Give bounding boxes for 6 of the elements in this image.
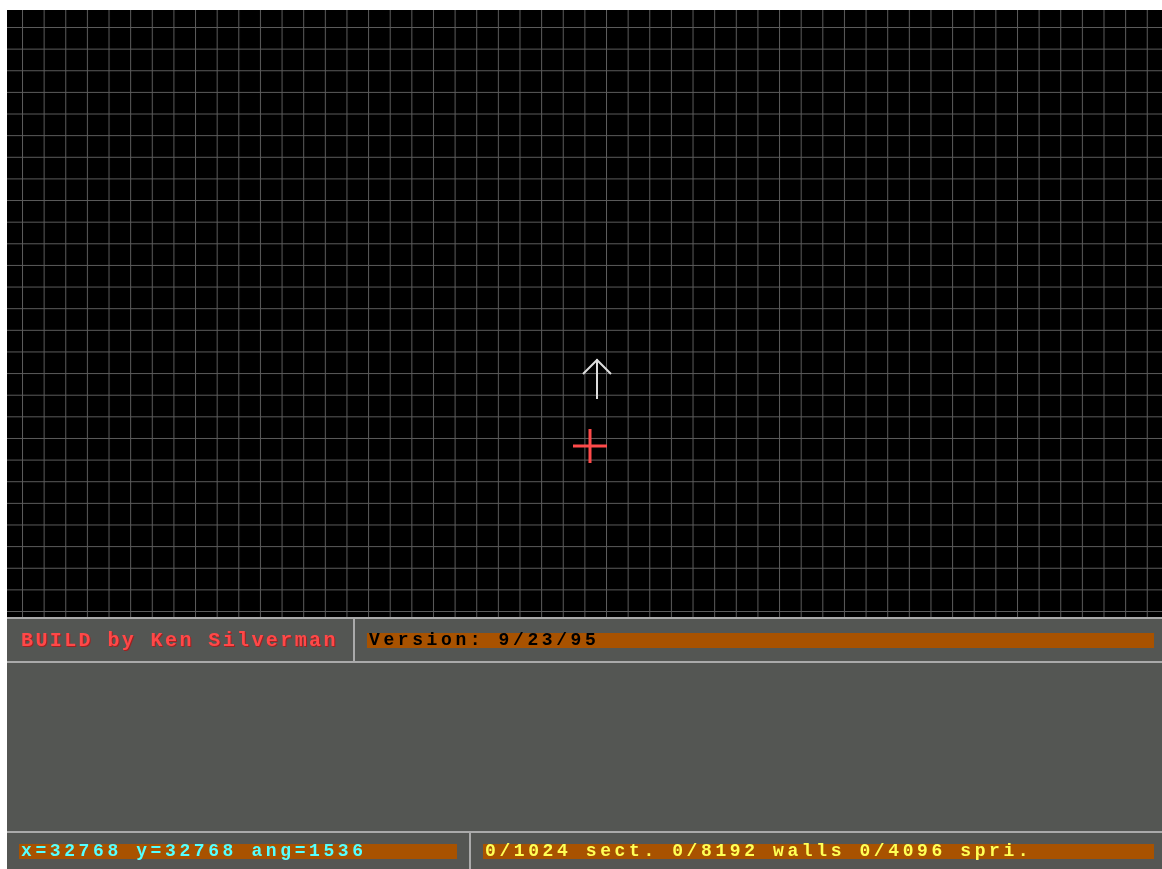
map-counts: 0/1024 sect. 0/8192 walls 0/4096 spri.: [483, 843, 1154, 859]
arrow-icon: [581, 357, 613, 399]
editor-title: BUILD by Ken Silverman: [21, 628, 338, 652]
crosshair-icon: [573, 429, 607, 463]
position-readout: x=32768 y=32768 ang=1536: [19, 843, 457, 859]
version-label: Version: 9/23/95: [367, 632, 1154, 648]
